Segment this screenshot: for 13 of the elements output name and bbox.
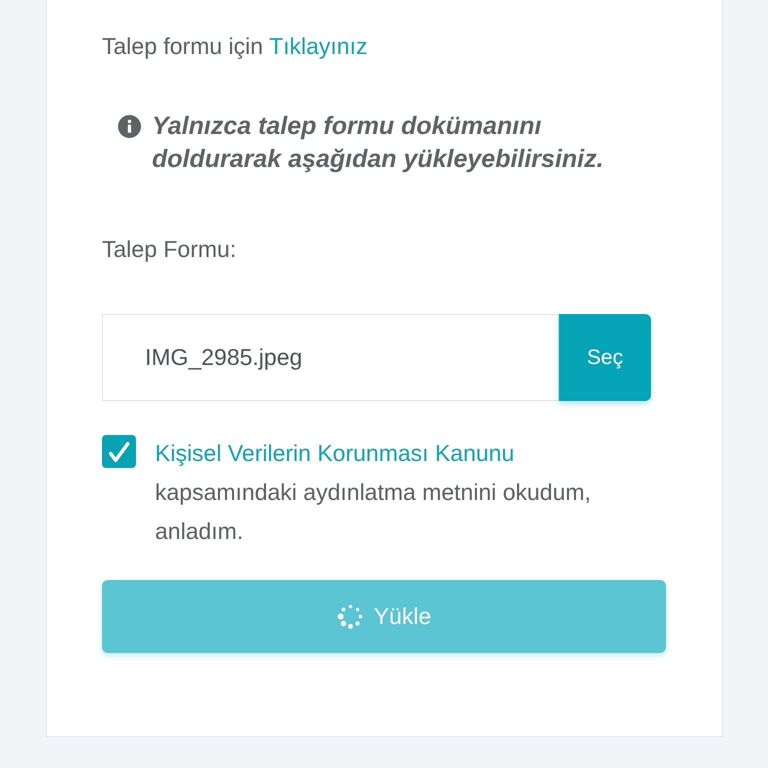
spinner-icon [336,603,364,630]
field-label: Talep Formu: [102,235,236,264]
file-name-field[interactable]: IMG_2985.jpeg [102,314,559,401]
kvkk-link[interactable]: Kişisel Verilerin Korunması Kanunu [155,440,514,466]
upload-button[interactable]: Yükle [102,580,666,653]
consent-text: Kişisel Verilerin Korunması Kanunu kapsamındaki aydınlatma metnini okudum, anladım. [155,439,592,546]
form-link[interactable]: Tıklayınız [269,33,368,59]
notice-text: Yalnızca talep formu dokümanını doldurarak aşağıdan yükleyebilirsiniz. [152,111,605,175]
check-icon [108,440,130,462]
info-icon [118,115,141,138]
consent-checkbox[interactable] [102,435,136,468]
choose-file-button[interactable]: Seç [559,314,651,401]
intro-text: Talep formu için Tıklayınız [102,32,368,61]
